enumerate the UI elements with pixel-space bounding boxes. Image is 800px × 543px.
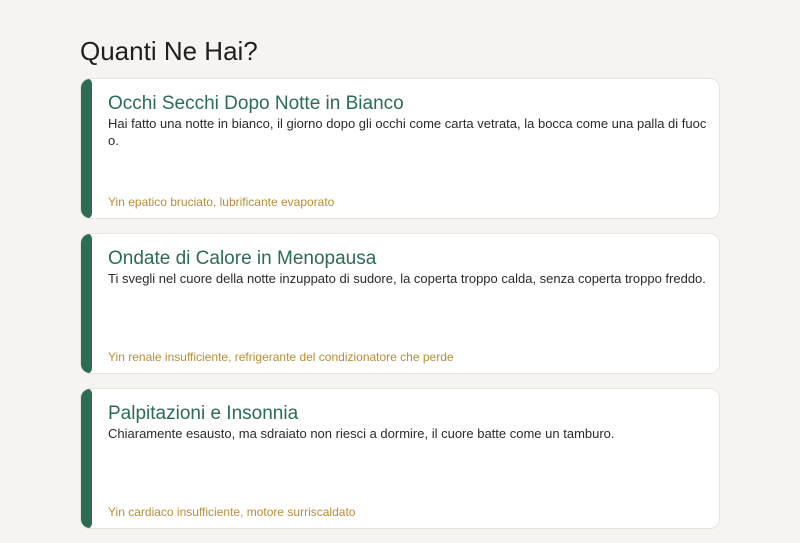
card-description: Hai fatto una notte in bianco, il giorno… (108, 116, 707, 148)
card-description: Ti svegli nel cuore della notte inzuppat… (108, 271, 706, 286)
card-accent-bar (81, 234, 92, 373)
page-content: Quanti Ne Hai? Occhi Secchi Dopo Notte i… (80, 0, 720, 543)
page-title: Quanti Ne Hai? (80, 36, 258, 66)
symptom-card-palpitations[interactable]: Palpitazioni e Insonnia Chiaramente esau… (80, 388, 720, 529)
card-tag: Yin renale insufficiente, refrigerante d… (108, 350, 454, 364)
card-tag: Yin epatico bruciato, lubrificante evapo… (108, 195, 335, 209)
card-title: Palpitazioni e Insonnia (108, 403, 299, 424)
card-accent-bar (81, 389, 92, 528)
symptom-card-dry-eyes[interactable]: Occhi Secchi Dopo Notte in Bianco Hai fa… (80, 78, 720, 219)
card-accent-bar (81, 79, 92, 218)
card-description: Chiaramente esausto, ma sdraiato non rie… (108, 426, 615, 441)
symptom-card-hot-flashes[interactable]: Ondate di Calore in Menopausa Ti svegli … (80, 233, 720, 374)
card-tag: Yin cardiaco insufficiente, motore surri… (108, 505, 356, 519)
card-title: Ondate di Calore in Menopausa (108, 248, 377, 269)
card-title: Occhi Secchi Dopo Notte in Bianco (108, 93, 404, 114)
card-list: Occhi Secchi Dopo Notte in Bianco Hai fa… (80, 78, 720, 529)
